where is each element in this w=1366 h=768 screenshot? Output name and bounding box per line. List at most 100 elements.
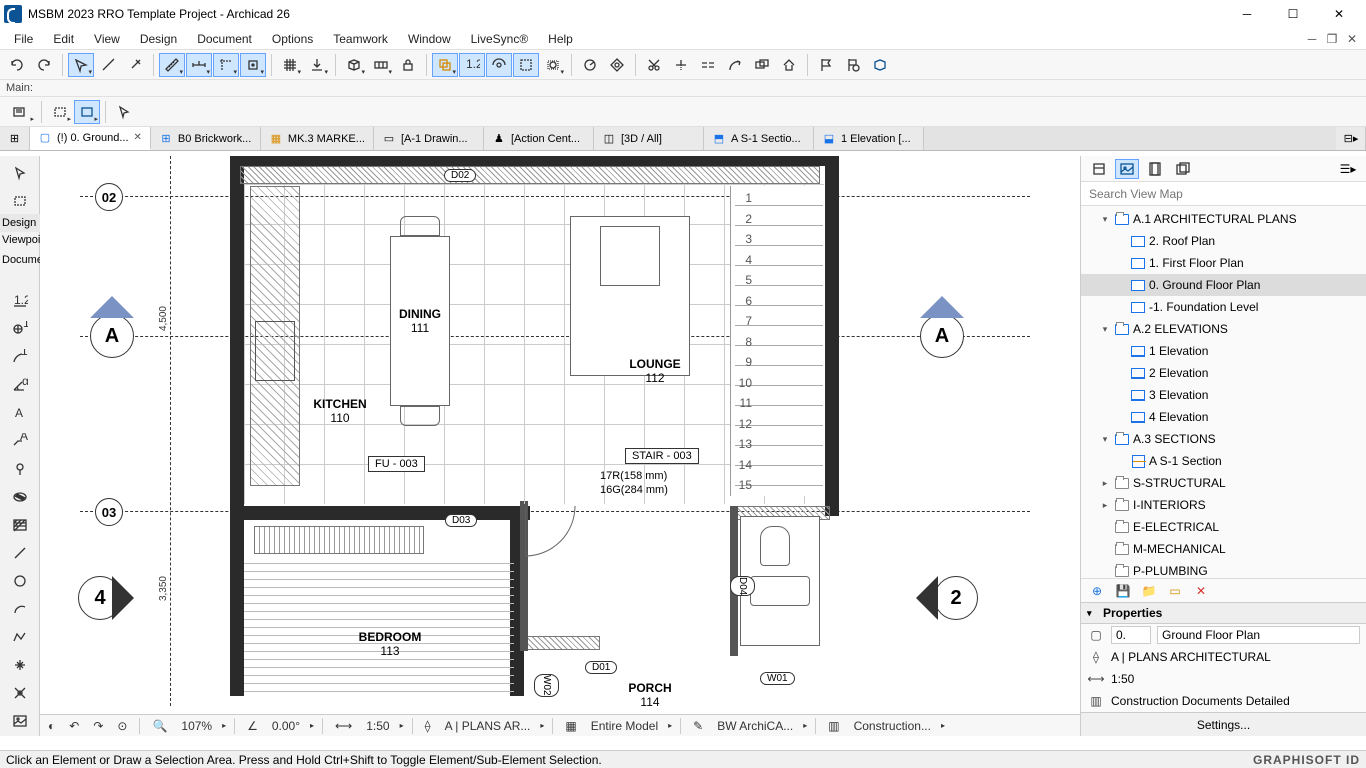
wall-tool[interactable]: ▾ [368,53,394,77]
tab-marketing[interactable]: ▦ MK.3 MARKE... [261,127,374,150]
lock-tool[interactable] [395,53,421,77]
nav-menu[interactable]: ☰▸ [1336,159,1360,179]
snap-tool[interactable]: ▾ [240,53,266,77]
tree-item[interactable]: -1. Foundation Level [1081,296,1366,318]
tab-section[interactable]: ⬒ A S-1 Sectio... [704,127,814,150]
tree-item[interactable]: 0. Ground Floor Plan [1081,274,1366,296]
tab-3d[interactable]: ◫ [3D / All] [594,127,704,150]
tree-item[interactable]: 2. Roof Plan [1081,230,1366,252]
layer-combo[interactable]: A | PLANS ARCHITECTURAL [1111,650,1271,664]
mvo-value[interactable]: Construction Documents Detailed [1111,694,1290,708]
menu-livesync[interactable]: LiveSync® [461,28,539,49]
viewpoint-group-label[interactable]: Viewpoi [0,234,40,246]
tree-item[interactable]: 3 Elevation [1081,384,1366,406]
search-input[interactable] [1081,182,1366,205]
teamwork-button[interactable] [867,53,893,77]
find-select-button[interactable] [840,53,866,77]
marker-tool[interactable] [3,456,37,482]
fill-tool[interactable] [3,484,37,510]
close-icon[interactable]: ✕ [134,132,142,143]
clone-button[interactable]: ▭ [1165,582,1185,600]
nav-publisher[interactable] [1171,159,1195,179]
mvo-icon-qb[interactable]: ▥ [824,719,843,733]
menu-help[interactable]: Help [538,28,583,49]
tree-item[interactable]: 2 Elevation [1081,362,1366,384]
layers-button[interactable] [513,53,539,77]
scale-icon-qb[interactable]: ⟷ [331,719,356,733]
scale-value[interactable]: 1:50 [1111,672,1134,686]
spline-tool[interactable] [3,652,37,678]
pen-icon-qb[interactable]: ✎ [689,719,707,733]
tab-overflow[interactable]: ⊟▸ [1336,127,1366,150]
zoom-next-button[interactable]: ↷ [89,719,107,733]
mvo-value-qb[interactable]: Construction... [850,719,935,733]
pen-value-qb[interactable]: BW ArchiCA... [713,719,797,733]
zoom-fit-button[interactable]: ⊙ [113,719,131,733]
tree-item[interactable]: ▾A.3 SECTIONS [1081,428,1366,450]
zoom-value[interactable]: 107% [177,719,216,733]
adjust-button[interactable] [722,53,748,77]
redo-button[interactable] [31,53,57,77]
guides-tool[interactable]: ▾ [213,53,239,77]
view-id-input[interactable] [1111,626,1151,644]
tree-item[interactable]: P-PLUMBING [1081,560,1366,578]
line-tool[interactable] [3,540,37,566]
properties-header[interactable]: ▾Properties [1081,602,1366,624]
gravity-button[interactable]: ▾ [304,53,330,77]
menu-document[interactable]: Document [187,28,262,49]
polygon-tool[interactable] [604,53,630,77]
text-tool[interactable]: A [3,400,37,426]
new-view-button[interactable]: ⊕ [1087,582,1107,600]
arrow-tool-rail[interactable] [3,160,37,186]
dimension-button[interactable]: 1.2 [459,53,485,77]
intersect-button[interactable] [749,53,775,77]
undo-button[interactable] [4,53,30,77]
half-button[interactable]: ◐ [44,719,59,733]
nav-view-map[interactable] [1115,159,1139,179]
tree-item[interactable]: E-ELECTRICAL [1081,516,1366,538]
grid-snap-button[interactable]: ▾ [277,53,303,77]
tree-item[interactable]: ▸I-INTERIORS [1081,494,1366,516]
cursor-button[interactable] [111,100,137,124]
trace-button[interactable]: ▾ [432,53,458,77]
close-button[interactable]: ✕ [1316,0,1362,28]
level-dimension-tool[interactable]: 1.2 [3,316,37,342]
menu-window[interactable]: Window [398,28,461,49]
tree-item[interactable]: ▾A.1 ARCHITECTURAL PLANS [1081,208,1366,230]
new-folder-button[interactable]: 📁 [1139,582,1159,600]
dimension-tool[interactable]: 1.2 [3,288,37,314]
delete-button[interactable]: ✕ [1191,582,1211,600]
scale-value-qb[interactable]: 1:50 [362,719,393,733]
hotspot-tool[interactable] [3,680,37,706]
tree-item[interactable]: ▾A.2 ELEVATIONS [1081,318,1366,340]
circle-draw-tool[interactable] [3,568,37,594]
measure-tool[interactable]: ▾ [186,53,212,77]
tree-item[interactable]: M-MECHANICAL [1081,538,1366,560]
tab-ground-floor[interactable]: ▢ (!) 0. Ground... ✕ [30,127,151,150]
graphisoft-id[interactable]: GRAPHISOFT ID [1253,753,1360,767]
label-tool[interactable]: A1 [3,428,37,454]
marquee-dash-button[interactable]: ▸ [47,100,73,124]
partial-display-button[interactable]: ▾ [540,53,566,77]
menu-options[interactable]: Options [262,28,323,49]
tab-elevation[interactable]: ⬓ 1 Elevation [... [814,127,924,150]
home-button[interactable] [776,53,802,77]
split-button[interactable] [695,53,721,77]
tab-brickwork[interactable]: ⊞ B0 Brickwork... [151,127,261,150]
inner-close[interactable]: ✕ [1342,28,1362,49]
layer-icon-qb[interactable]: ⟠ [421,719,435,733]
layer-value-qb[interactable]: A | PLANS AR... [441,719,535,733]
tree-item[interactable]: 4 Elevation [1081,406,1366,428]
hatch-tool[interactable] [3,512,37,538]
tree-item[interactable]: A S-1 Section [1081,450,1366,472]
menu-teamwork[interactable]: Teamwork [323,28,398,49]
drawing-canvas[interactable]: 02 03 A A 4 2 4,500 3,350 [40,156,1080,736]
design-group-label[interactable]: Design [0,214,40,232]
tree-item[interactable]: 1. First Floor Plan [1081,252,1366,274]
view-tree[interactable]: ▾A.1 ARCHITECTURAL PLANS2. Roof Plan1. F… [1081,206,1366,578]
image-tool[interactable] [3,708,37,734]
inner-minimize[interactable]: ─ [1302,28,1322,49]
minimize-button[interactable]: ─ [1224,0,1270,28]
arrow-tool[interactable]: ▾ [68,53,94,77]
menu-edit[interactable]: Edit [43,28,84,49]
